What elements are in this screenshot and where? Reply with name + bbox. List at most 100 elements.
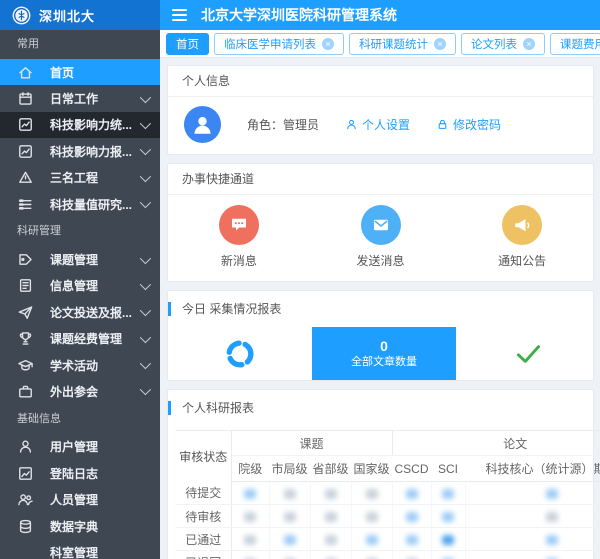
quick-action-发送消息[interactable]: 发送消息 — [310, 205, 452, 269]
blurred-cell-value[interactable] — [231, 482, 269, 505]
tab-首页[interactable]: 首页 — [166, 33, 209, 55]
blurred-cell-value[interactable] — [231, 551, 269, 559]
sidebar-item-课题管理[interactable]: 课题管理 — [0, 246, 160, 272]
stat-value: 0 — [380, 338, 388, 355]
sidebar-item-学术活动[interactable]: 学术活动 — [0, 352, 160, 378]
blurred-cell-value[interactable] — [310, 482, 351, 505]
change-password-link[interactable]: 修改密码 — [436, 116, 501, 133]
sidebar-section-label: 科研管理 — [0, 217, 160, 246]
stat-label: 全部文章数量 — [351, 355, 417, 369]
chevron-down-icon — [140, 332, 151, 343]
blurred-cell-value[interactable] — [231, 528, 269, 551]
sidebar-item-人员管理[interactable]: 人员管理 — [0, 486, 160, 512]
quick-action-label: 通知公告 — [498, 252, 546, 269]
blurred-cell-value[interactable] — [310, 528, 351, 551]
blurred-cell-value[interactable] — [269, 505, 310, 528]
blurred-cell-value[interactable] — [431, 505, 465, 528]
hamburger-menu-icon[interactable] — [172, 9, 187, 21]
blurred-cell-value[interactable] — [392, 482, 431, 505]
lock-icon — [436, 118, 449, 131]
tab-label: 科研课题统计 — [359, 36, 428, 52]
tab-论文列表[interactable]: 论文列表 × — [461, 33, 545, 55]
tab-课题费用报表[interactable]: 课题费用报表× — [550, 33, 600, 55]
blurred-cell-value[interactable] — [465, 528, 600, 551]
row-label: 已退回 — [176, 551, 231, 559]
change-password-label: 修改密码 — [453, 116, 501, 133]
sidebar-item-label: 课题经费管理 — [50, 330, 134, 347]
user-icon — [345, 118, 358, 131]
blurred-cell-value[interactable] — [431, 551, 465, 559]
blurred-cell-value[interactable] — [310, 551, 351, 559]
group-header-课题: 课题 — [231, 431, 392, 456]
home-icon — [17, 64, 34, 81]
sidebar-item-课题经费管理[interactable]: 课题经费管理 — [0, 326, 160, 352]
calendar-icon — [17, 90, 34, 107]
personal-settings-link[interactable]: 个人设置 — [345, 116, 410, 133]
blurred-cell-value[interactable] — [351, 482, 392, 505]
blurred-cell-value[interactable] — [269, 482, 310, 505]
users-icon — [17, 491, 34, 508]
tab-label: 论文列表 — [471, 36, 517, 52]
blurred-cell-value[interactable] — [231, 505, 269, 528]
blurred-cell-value[interactable] — [392, 528, 431, 551]
loginlog-icon — [17, 465, 34, 482]
quick-action-通知公告[interactable]: 通知公告 — [451, 205, 593, 269]
sidebar-item-数据字典[interactable]: 数据字典 — [0, 513, 160, 539]
blurred-cell-value[interactable] — [465, 505, 600, 528]
sidebar-item-论文投送及报[interactable]: 论文投送及报... — [0, 299, 160, 325]
sidebar-item-科室管理[interactable]: 科室管理 — [0, 539, 160, 559]
chevron-down-icon — [140, 197, 151, 208]
doc-icon — [17, 277, 34, 294]
quick-actions-header: 办事快捷通道 — [168, 164, 593, 195]
close-icon[interactable]: × — [523, 38, 535, 50]
chevron-down-icon — [140, 279, 151, 290]
checkmark-icon — [515, 343, 542, 365]
top-header: 深圳北大 北京大学深圳医院科研管理系统 — [0, 0, 600, 30]
blurred-cell-value[interactable] — [392, 505, 431, 528]
stat-total-articles[interactable]: 0 全部文章数量 — [312, 327, 456, 380]
blurred-cell-value[interactable] — [351, 528, 392, 551]
quick-action-新消息[interactable]: 新消息 — [168, 205, 310, 269]
blurred-cell-value[interactable] — [269, 528, 310, 551]
sidebar-item-科技量值研究[interactable]: 科技量值研究... — [0, 191, 160, 217]
sidebar-item-登陆日志[interactable]: 登陆日志 — [0, 460, 160, 486]
avatar — [184, 106, 221, 143]
sidebar-item-三名工程[interactable]: 三名工程 — [0, 165, 160, 191]
sidebar-item-日常工作[interactable]: 日常工作 — [0, 85, 160, 111]
sidebar-item-外出参会[interactable]: 外出参会 — [0, 378, 160, 404]
chevron-down-icon — [140, 358, 151, 369]
blurred-cell-value[interactable] — [269, 551, 310, 559]
sidebar-item-label: 人员管理 — [50, 491, 148, 508]
tab-label: 首页 — [176, 36, 199, 52]
chevron-down-icon — [140, 171, 151, 182]
sidebar-item-信息管理[interactable]: 信息管理 — [0, 273, 160, 299]
role-text: 角色：管理员 — [247, 116, 319, 133]
tab-临床医学申请列表[interactable]: 临床医学申请列表× — [214, 33, 344, 55]
blurred-cell-value[interactable] — [310, 505, 351, 528]
sidebar-item-科技影响力统[interactable]: 科技影响力统... — [0, 112, 160, 138]
sidebar-item-科技影响力报[interactable]: 科技影响力报... — [0, 138, 160, 164]
research-report-header: 个人科研报表 — [168, 390, 593, 426]
accent-bar — [168, 401, 171, 415]
accent-bar — [168, 302, 171, 316]
blurred-cell-value[interactable] — [465, 551, 600, 559]
sidebar-item-用户管理[interactable]: 用户管理 — [0, 434, 160, 460]
tab-科研课题统计[interactable]: 科研课题统计 × — [349, 33, 456, 55]
blurred-cell-value[interactable] — [351, 505, 392, 528]
row-label: 待提交 — [176, 482, 231, 505]
mail-icon — [361, 205, 401, 245]
blurred-cell-value[interactable] — [431, 482, 465, 505]
tab-bar: 首页临床医学申请列表×科研课题统计×论文列表×课题费用报表×用户列表× — [160, 30, 600, 58]
report-table: 审核状态课题论文院级市局级省部级国家级CSCDSCI科技核心（统计源）期刊待提交… — [176, 430, 600, 559]
blurred-cell-value[interactable] — [431, 528, 465, 551]
chart-icon — [17, 116, 34, 133]
sidebar-item-首页[interactable]: 首页 — [0, 59, 160, 85]
close-icon[interactable]: × — [322, 38, 334, 50]
blurred-cell-value[interactable] — [465, 482, 600, 505]
table-row-待提交: 待提交 — [176, 482, 600, 505]
col-header-省部级: 省部级 — [310, 456, 351, 482]
none-icon — [17, 544, 34, 559]
blurred-cell-value[interactable] — [392, 551, 431, 559]
blurred-cell-value[interactable] — [351, 551, 392, 559]
close-icon[interactable]: × — [434, 38, 446, 50]
